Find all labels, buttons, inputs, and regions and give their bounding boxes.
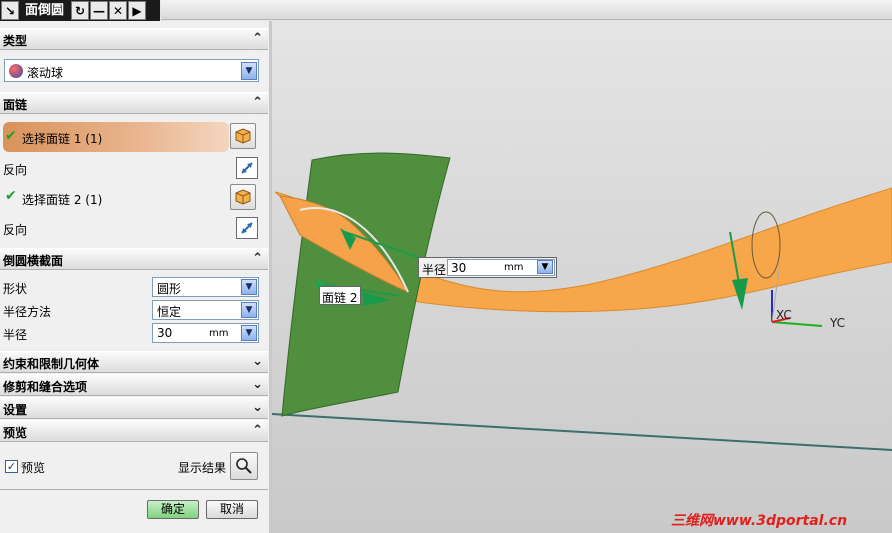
type-select[interactable]: 滚动球 ▼: [4, 59, 259, 82]
reverse-2-label: 反向: [3, 223, 28, 237]
face-chain-2-tag-label: 面链 2: [322, 291, 358, 305]
preview-checkbox-label: 预览: [21, 461, 46, 475]
preview-checkbox[interactable]: ✓: [5, 460, 18, 473]
reverse-1-label: 反向: [3, 163, 28, 177]
section-face-chain-header[interactable]: 面链 ⌃: [0, 92, 268, 114]
radius-method-label: 半径方法: [3, 305, 52, 319]
select-face-chain-1-label: 选择面链 1 (1): [22, 132, 103, 146]
radius-unit: mm: [209, 328, 229, 339]
shape-select[interactable]: 圆形 ▼: [152, 277, 259, 297]
rolling-ball-icon: [9, 64, 23, 78]
dialog-menu-icon[interactable]: ↘: [1, 1, 19, 20]
cube-select-icon[interactable]: [230, 123, 256, 149]
reverse-direction-icon[interactable]: [236, 217, 258, 239]
type-select-value: 滚动球: [27, 66, 64, 80]
magnifier-icon[interactable]: [230, 452, 258, 480]
reset-icon[interactable]: ↻: [71, 1, 90, 20]
check-icon: ✔: [5, 128, 17, 144]
face-blend-dialog: 类型 ⌃ 滚动球 ▼ 面链 ⌃ ✔ 选择面链 1 (1) 反向 ✔ 选择面链 2…: [0, 21, 272, 533]
dialog-title: 面倒圆: [25, 3, 65, 18]
section-settings-title: 设置: [3, 403, 28, 417]
section-constraints-header[interactable]: 约束和限制几何体 ⌄: [0, 351, 268, 373]
chevron-up-icon[interactable]: ⌃: [252, 423, 263, 438]
chevron-up-icon[interactable]: ⌃: [252, 251, 263, 266]
radius-method-value: 恒定: [157, 305, 182, 319]
minimize-icon[interactable]: —: [90, 1, 109, 20]
radius-callout-input[interactable]: 30 mm ▼: [447, 259, 555, 276]
radius-options-icon[interactable]: ▼: [241, 325, 257, 341]
reverse-direction-icon[interactable]: [236, 157, 258, 179]
dialog-titlebar: ↘ 面倒圆 ↻ — ✕ ▶: [0, 0, 160, 21]
radius-callout-dropdown-icon[interactable]: ▼: [537, 260, 553, 274]
section-settings-header[interactable]: 设置 ⌄: [0, 397, 268, 419]
section-constraints-title: 约束和限制几何体: [3, 357, 100, 371]
shape-label: 形状: [3, 282, 28, 296]
chevron-down-icon[interactable]: ⌄: [252, 354, 263, 369]
check-icon: ✔: [5, 188, 17, 204]
yc-axis-label: YC: [830, 316, 846, 330]
radius-callout-label: 半径: [422, 263, 447, 277]
xc-axis-label: XC: [776, 308, 792, 322]
chevron-down-icon[interactable]: ▼: [241, 62, 257, 80]
chevron-down-icon[interactable]: ▼: [241, 302, 257, 318]
section-type-title: 类型: [3, 34, 28, 48]
chevron-up-icon[interactable]: ⌃: [252, 31, 263, 46]
footer-divider: [0, 489, 268, 490]
ok-button[interactable]: 确定: [147, 500, 199, 519]
radius-label: 半径: [3, 328, 28, 342]
show-result-label: 显示结果: [178, 461, 227, 475]
shape-select-value: 圆形: [157, 282, 182, 296]
watermark: 三维网www.3dportal.cn: [671, 513, 848, 529]
cube-select-icon[interactable]: [230, 184, 256, 210]
chevron-up-icon[interactable]: ⌃: [252, 95, 263, 110]
radius-callout[interactable]: 半径 30 mm ▼: [418, 257, 557, 278]
cancel-button[interactable]: 取消: [206, 500, 258, 519]
section-cross-section-header[interactable]: 倒圆横截面 ⌃: [0, 248, 268, 270]
radius-callout-unit: mm: [504, 262, 524, 273]
section-face-chain-title: 面链: [3, 98, 28, 112]
close-icon[interactable]: ✕: [109, 1, 128, 20]
expand-right-icon[interactable]: ▶: [128, 1, 147, 20]
chevron-down-icon[interactable]: ⌄: [252, 400, 263, 415]
section-trim-title: 修剪和缝合选项: [3, 380, 88, 394]
face-chain-2-tag: 面链 2: [319, 286, 361, 305]
section-trim-header[interactable]: 修剪和缝合选项 ⌄: [0, 374, 268, 396]
section-preview-title: 预览: [3, 426, 28, 440]
radius-input[interactable]: 30 mm ▼: [152, 323, 259, 343]
chevron-down-icon[interactable]: ▼: [241, 279, 257, 295]
section-preview-header[interactable]: 预览 ⌃: [0, 420, 268, 442]
section-type-header[interactable]: 类型 ⌃: [0, 28, 268, 50]
section-cross-section-title: 倒圆横截面: [3, 254, 64, 268]
select-face-chain-2-label[interactable]: 选择面链 2 (1): [22, 191, 102, 208]
radius-input-value: 30: [157, 326, 173, 340]
radius-method-select[interactable]: 恒定 ▼: [152, 300, 259, 320]
top-toolbar-strip: [161, 0, 892, 20]
chevron-down-icon[interactable]: ⌄: [252, 377, 263, 392]
ground-line: [271, 413, 892, 451]
radius-callout-value: 30: [451, 261, 467, 275]
yc-axis-line: [771, 321, 823, 327]
